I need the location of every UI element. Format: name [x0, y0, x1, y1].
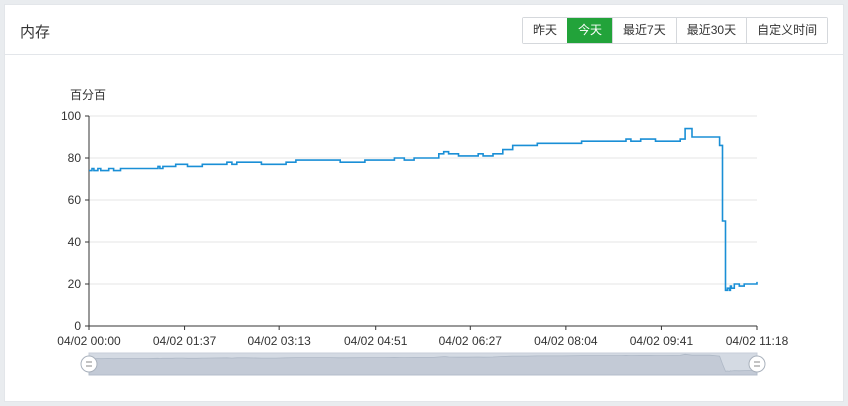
x-tick-label: 04/02 09:41 [630, 334, 694, 348]
y-tick-label: 0 [74, 319, 81, 333]
y-tick-label: 40 [68, 235, 82, 249]
zoom-handle-circle[interactable] [748, 355, 766, 373]
memory-panel: 内存 昨天 今天 最近7天 最近30天 自定义时间 百分百 0 20 40 60 80 100 0… [4, 4, 844, 402]
y-tick-label: 80 [68, 151, 82, 165]
x-tick-label: 04/02 08:04 [534, 334, 598, 348]
y-tick-label: 60 [68, 193, 82, 207]
y-tick-label: 20 [68, 277, 82, 291]
x-tick-label: 04/02 00:00 [57, 334, 121, 348]
x-tick-label: 04/02 03:13 [247, 334, 311, 348]
zoom-handle-right[interactable] [748, 355, 766, 373]
memory-series-line [89, 127, 758, 292]
y-tick-label: 100 [61, 109, 81, 123]
x-tick-label: 04/02 04:51 [344, 334, 408, 348]
x-tick-label: 04/02 01:37 [153, 334, 217, 348]
zoom-handle-left[interactable] [80, 355, 98, 373]
x-tick-label: 04/02 06:27 [439, 334, 503, 348]
y-axis-label: 百分百 [70, 88, 106, 102]
memory-line-chart: 百分百 0 20 40 60 80 100 04/02 00:00 04/02 01:37 0… [57, 88, 789, 376]
x-tick-label: 04/02 11:18 [726, 334, 789, 348]
zoom-handle-circle[interactable] [80, 355, 98, 373]
data-zoom-slider[interactable] [80, 352, 766, 376]
